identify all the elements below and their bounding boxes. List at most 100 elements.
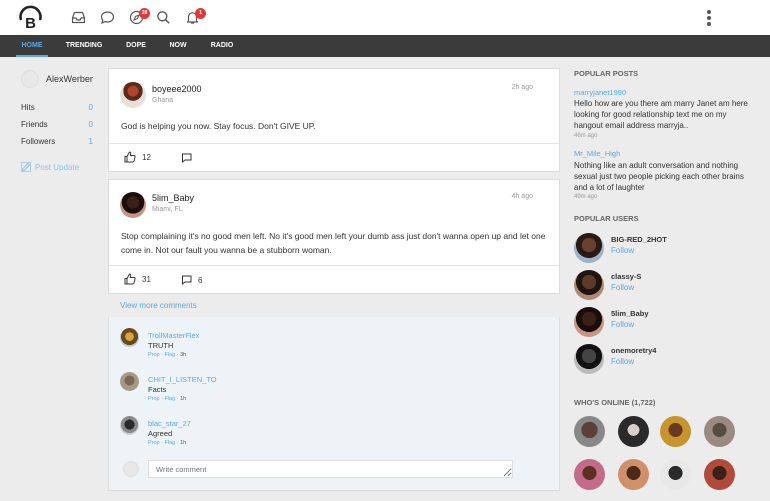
avatar[interactable]	[120, 192, 146, 218]
avatar[interactable]	[660, 416, 691, 447]
comment-button[interactable]: 6	[181, 275, 202, 285]
flag-link[interactable]: Flag	[165, 352, 176, 358]
main-nav: HOME TRENDING DOPE NOW RADIO	[0, 35, 770, 57]
stat-followers[interactable]: Followers 1	[21, 137, 93, 149]
post-location: Miami, FL	[152, 206, 183, 213]
profile-username: AlexWerber	[46, 74, 93, 84]
post-update-button[interactable]: Post Update	[21, 162, 79, 172]
comment-icon	[182, 275, 192, 285]
inbox-icon[interactable]	[71, 10, 86, 25]
like-count: 12	[142, 152, 151, 162]
follow-button[interactable]: Follow	[611, 246, 634, 255]
profile-summary[interactable]: AlexWerber	[19, 68, 94, 90]
post-card: boyeee2000 Ghana 2h ago God is helping y…	[108, 68, 560, 172]
nav-radio[interactable]: RADIO	[208, 35, 236, 57]
post-location: Ghana	[152, 97, 174, 104]
popular-post-author[interactable]: Mr_Mile_High	[574, 149, 620, 158]
stat-friends[interactable]: Friends 0	[21, 120, 93, 132]
left-sidebar: AlexWerber Hits 0 Friends 0 Followers 1 …	[19, 68, 94, 172]
comment-meta: Prop · Flag · 1h	[148, 396, 187, 402]
comment-text: TRUTH	[148, 341, 174, 350]
like-count: 31	[142, 274, 151, 284]
nav-home[interactable]: HOME	[16, 35, 48, 57]
thumbs-up-icon	[124, 273, 136, 285]
nav-now[interactable]: NOW	[166, 35, 190, 57]
flag-link[interactable]: Flag	[165, 396, 176, 402]
edit-icon	[21, 162, 31, 172]
post-card: 5lim_Baby Miami, FL 4h ago Stop complain…	[108, 179, 560, 294]
messages-badge: 28	[139, 8, 150, 19]
prop-link[interactable]: Prop	[148, 352, 160, 358]
follow-button[interactable]: Follow	[611, 320, 634, 329]
popular-post-time: 49m ago	[574, 194, 598, 200]
popular-posts-heading: POPULAR POSTS	[574, 69, 639, 78]
post-time: 2h ago	[511, 84, 533, 91]
avatar[interactable]	[120, 82, 146, 108]
popular-post-author[interactable]: marryjanet1990	[574, 88, 626, 97]
avatar[interactable]	[574, 307, 604, 337]
logo[interactable]: B	[17, 4, 44, 32]
search-icon[interactable]	[156, 10, 171, 25]
stat-hits[interactable]: Hits 0	[21, 103, 93, 115]
view-more-comments-link[interactable]: View more comments	[120, 301, 197, 310]
comment-meta: Prop · Flag · 3h	[148, 352, 187, 358]
avatar[interactable]	[660, 459, 691, 490]
comment-icon	[182, 153, 192, 163]
nav-dope[interactable]: DOPE	[123, 35, 149, 57]
avatar[interactable]	[618, 459, 649, 490]
popular-post-time: 46m ago	[574, 133, 598, 139]
stat-value: 0	[88, 120, 93, 129]
avatar[interactable]	[704, 416, 735, 447]
avatar[interactable]	[574, 344, 604, 374]
avatar[interactable]	[120, 328, 139, 347]
logo-letter: B	[25, 15, 36, 31]
nav-trending[interactable]: TRENDING	[63, 35, 105, 57]
post-text: Stop complaining it's no good men left. …	[121, 231, 546, 255]
chat-icon[interactable]	[100, 10, 115, 25]
comment-time: 1h	[180, 440, 187, 446]
like-button[interactable]: 31	[124, 273, 151, 285]
post-author[interactable]: 5lim_Baby	[152, 193, 194, 203]
comment-button[interactable]	[181, 153, 198, 163]
avatar[interactable]	[574, 459, 605, 490]
follow-button[interactable]: Follow	[611, 283, 634, 292]
post-time: 4h ago	[511, 193, 533, 200]
whos-online-heading: WHO'S ONLINE (1,722)	[574, 398, 656, 407]
stat-label: Hits	[21, 103, 35, 112]
popular-user-name[interactable]: onemoretry4	[611, 346, 656, 355]
avatar[interactable]	[574, 270, 604, 300]
comments-section: TrollMasterFlex TRUTH Prop · Flag · 3h C…	[108, 317, 560, 491]
comment-author[interactable]: CHIT_I_LISTEN_TO	[148, 375, 217, 384]
popular-post-text[interactable]: Hello how are you there am marry Janet a…	[574, 98, 754, 131]
avatar[interactable]	[574, 233, 604, 263]
avatar[interactable]	[574, 416, 605, 447]
avatar[interactable]	[120, 372, 139, 391]
post-update-label: Post Update	[35, 162, 80, 172]
prop-link[interactable]: Prop	[148, 440, 160, 446]
popular-user-name[interactable]: 5lim_Baby	[611, 309, 649, 318]
stat-value: 1	[88, 137, 93, 146]
comment-time: 3h	[180, 352, 187, 358]
flag-link[interactable]: Flag	[165, 440, 176, 446]
notifications-badge: 1	[195, 8, 206, 19]
post-author[interactable]: boyeee2000	[152, 84, 202, 94]
comment-meta: Prop · Flag · 1h	[148, 440, 187, 446]
avatar[interactable]	[704, 459, 735, 490]
post-text: God is helping you now. Stay focus. Don'…	[121, 121, 316, 131]
comment-author[interactable]: blac_star_27	[148, 419, 191, 428]
avatar[interactable]	[618, 416, 649, 447]
more-menu-icon[interactable]	[704, 10, 714, 27]
like-button[interactable]: 12	[124, 151, 151, 163]
follow-button[interactable]: Follow	[611, 357, 634, 366]
popular-user-name[interactable]: classy-S	[611, 272, 641, 281]
write-comment-input[interactable]	[148, 460, 513, 478]
prop-link[interactable]: Prop	[148, 396, 160, 402]
comment-text: Facts	[148, 385, 167, 394]
avatar[interactable]	[120, 416, 139, 435]
popular-post-text[interactable]: Nothing like an adult conversation and n…	[574, 160, 754, 193]
stat-value: 0	[88, 103, 93, 112]
comment-author[interactable]: TrollMasterFlex	[148, 331, 199, 340]
stat-label: Followers	[21, 137, 56, 146]
thumbs-up-icon	[124, 151, 136, 163]
popular-user-name[interactable]: BIG-RED_2HOT	[611, 235, 667, 244]
